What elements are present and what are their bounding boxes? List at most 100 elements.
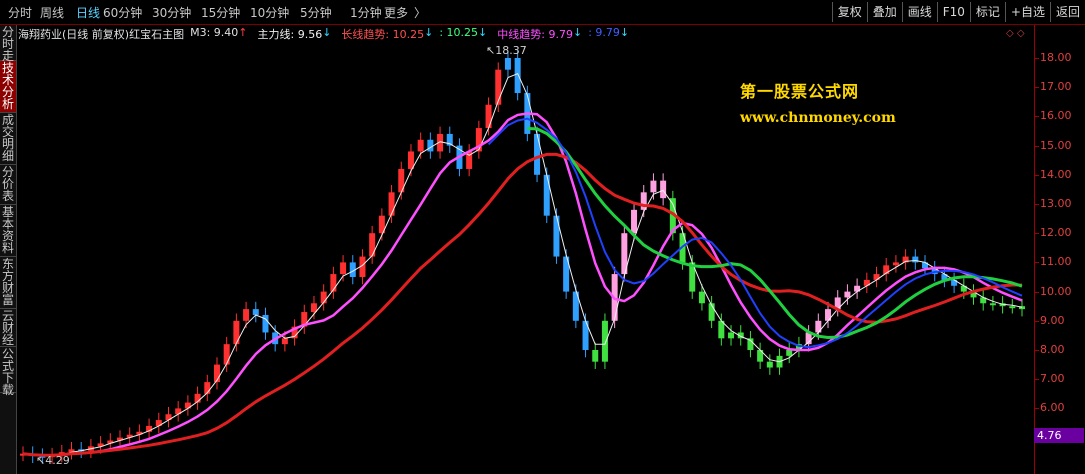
axis-label-9: 9.00 xyxy=(1040,313,1065,327)
period-tab-6[interactable]: 10分钟 xyxy=(250,4,289,21)
axis-label-0: 18.00 xyxy=(1040,51,1072,64)
period-tab-5[interactable]: 15分钟 xyxy=(201,4,240,21)
axis-tick-5 xyxy=(1035,204,1039,205)
axis-tick-7 xyxy=(1035,262,1039,264)
candle-body xyxy=(553,215,560,257)
candle-body xyxy=(1009,306,1016,309)
watermark-url[interactable]: www.chnmoney.com xyxy=(740,110,896,126)
sidebar-tab-2[interactable]: 成交明细 xyxy=(0,113,16,165)
toolbar-button-3[interactable]: F10 xyxy=(936,2,970,22)
axis-label-10: 8.00 xyxy=(1040,343,1065,356)
toolbar-button-4[interactable]: 标记 xyxy=(969,2,1005,22)
axis-label-8: 10.00 xyxy=(1040,284,1072,298)
candle-body xyxy=(728,332,735,339)
axis-label-7: 11.00 xyxy=(1040,255,1072,269)
axis-tick-9 xyxy=(1035,320,1039,322)
axis-tick-10 xyxy=(1035,350,1039,351)
candle-body xyxy=(233,320,240,345)
price-axis: 18.00 17.00 16.00 15.00 14.00 13.00 12.00 11.00… xyxy=(1034,25,1085,474)
high-arrow-icon: ↖ xyxy=(486,44,496,57)
current-price-badge: 4.76 xyxy=(1034,428,1084,443)
long-trend-line xyxy=(22,152,1022,457)
more-arrow-icon[interactable]: 〉 xyxy=(414,4,426,21)
axis-label-1: 17.00 xyxy=(1040,80,1072,94)
candle-body xyxy=(281,338,288,345)
candle-body xyxy=(786,350,793,356)
candle-body xyxy=(543,174,550,216)
candle-body xyxy=(631,209,638,234)
candle-body xyxy=(534,133,541,175)
candle-body xyxy=(223,344,230,365)
axis-tick-8 xyxy=(1035,291,1039,293)
candle-body xyxy=(514,58,521,94)
axis-tick-2 xyxy=(1035,116,1039,118)
period-tab-9[interactable]: 更多 xyxy=(384,4,408,21)
sidebar-tab-1[interactable]: 技术分析 xyxy=(0,61,16,113)
axis-label-3: 15.00 xyxy=(1040,138,1072,152)
axis-tick-6 xyxy=(1035,233,1039,235)
candle-body xyxy=(873,274,880,280)
period-tab-1[interactable]: 周线 xyxy=(40,4,64,21)
candle-body xyxy=(592,350,599,362)
candle-body xyxy=(495,69,502,105)
period-tab-8[interactable]: 1分钟 xyxy=(350,4,382,21)
sidebar-tab-4[interactable]: 基本资料 xyxy=(0,205,16,257)
candle-body xyxy=(601,320,608,362)
period-tab-4[interactable]: 30分钟 xyxy=(152,4,191,21)
candle-body xyxy=(417,139,424,152)
watermark-title: 第一股票公式网 xyxy=(740,82,860,101)
sidebar-tab-6[interactable]: 云财经 xyxy=(0,309,16,347)
axis-tick-1 xyxy=(1035,87,1039,89)
axis-tick-12 xyxy=(1035,408,1039,410)
axis-tick-4 xyxy=(1035,174,1039,176)
candle-body xyxy=(912,256,919,263)
toolbar-button-2[interactable]: 画线 xyxy=(901,2,937,22)
candle-body xyxy=(504,58,511,70)
toolbar-button-0[interactable]: 复权 xyxy=(831,2,867,22)
long-trend2-line xyxy=(527,127,1023,340)
sidebar-tab-7[interactable]: 公式下载 xyxy=(0,347,16,396)
candle-body xyxy=(369,233,376,257)
candle-body xyxy=(844,291,851,298)
low-price-annotation: ↖4.29 xyxy=(36,454,70,467)
m3-line xyxy=(22,72,1023,457)
period-tab-2[interactable]: 日线 xyxy=(76,4,100,21)
axis-label-6: 12.00 xyxy=(1040,226,1072,240)
candle-body xyxy=(989,303,996,306)
high-price-annotation: ↖18.37 xyxy=(486,44,527,57)
watermark: 第一股票公式网 www.chnmoney.com xyxy=(740,78,896,126)
axis-label-5: 13.00 xyxy=(1040,197,1072,210)
toolbar-button-1[interactable]: 叠加 xyxy=(866,2,902,22)
candle-body xyxy=(388,192,395,216)
toolbar-button-6[interactable]: 返回 xyxy=(1049,2,1085,22)
candle-body xyxy=(815,320,822,333)
sidebar-tab-0[interactable]: 分时走势 xyxy=(0,25,16,74)
candle-body xyxy=(340,262,347,275)
sidebar: 分时走势技术分析成交明细分价表基本资料东方财富云财经公式下载 xyxy=(0,25,17,474)
toolbar-buttons: 复权 叠加 画线 F10 标记 +自选 返回 xyxy=(831,2,1085,22)
candle-body xyxy=(766,361,773,368)
candle-body xyxy=(427,139,434,152)
sidebar-tab-3[interactable]: 分价表 xyxy=(0,165,16,205)
axis-label-12: 6.00 xyxy=(1040,401,1065,415)
period-tab-3[interactable]: 60分钟 xyxy=(103,4,142,21)
axis-label-11: 7.00 xyxy=(1040,372,1065,386)
candle-body xyxy=(243,309,250,321)
period-tab-0[interactable]: 分时 xyxy=(8,4,32,21)
candle-body xyxy=(825,309,832,321)
period-toolbar: 分时 周线 日线 60分钟 30分钟 15分钟 10分钟 5分钟 1分钟 更多〉 复权 叠加 画线 F1… xyxy=(0,0,1085,25)
candle-body xyxy=(892,262,899,266)
candle-body xyxy=(660,180,667,199)
toolbar-button-5[interactable]: +自选 xyxy=(1004,2,1050,22)
axis-label-4: 14.00 xyxy=(1040,167,1072,181)
axis-tick-0 xyxy=(1035,58,1039,59)
candle-body xyxy=(698,291,705,304)
axis-label-2: 16.00 xyxy=(1040,109,1072,123)
sidebar-tab-5[interactable]: 东方财富 xyxy=(0,257,16,309)
candle-body xyxy=(252,309,259,315)
candle-body xyxy=(485,104,492,129)
axis-tick-3 xyxy=(1035,145,1039,147)
axis-tick-11 xyxy=(1035,379,1039,381)
period-tab-7[interactable]: 5分钟 xyxy=(300,4,332,21)
low-arrow-icon: ↖ xyxy=(36,454,46,467)
